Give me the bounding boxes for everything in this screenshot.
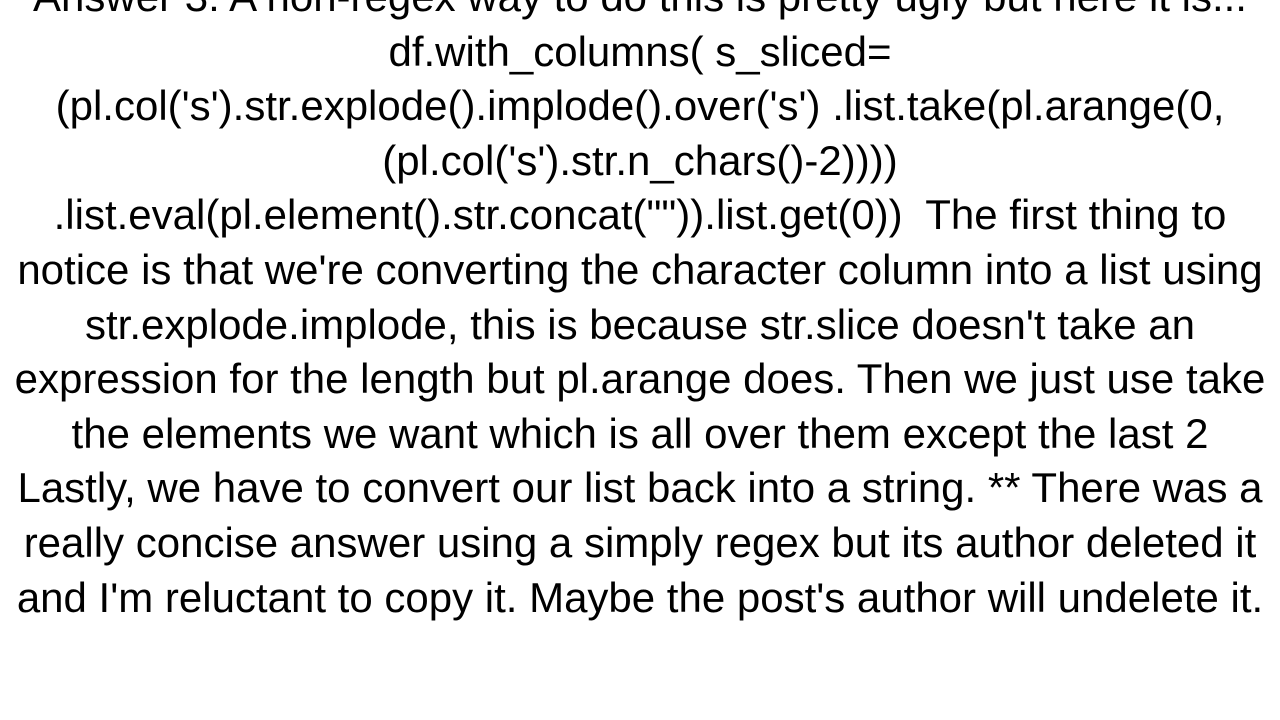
document-viewport: Answer 3: A non-regex way to do this is …: [0, 0, 1280, 720]
answer-body-text: Answer 3: A non-regex way to do this is …: [0, 0, 1280, 625]
